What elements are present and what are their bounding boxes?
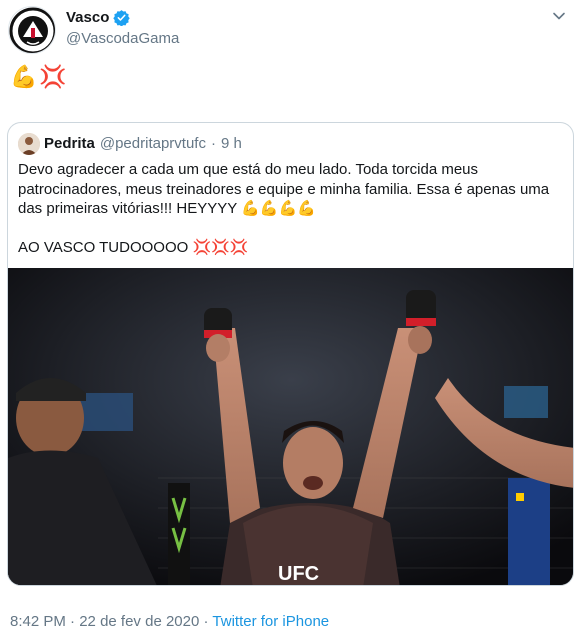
quoted-tweet-card[interactable]: Pedrita @pedritaprvtufc · 9 h Devo agrad… xyxy=(7,122,574,586)
tweet-text: 💪💢 xyxy=(10,64,69,89)
meta-separator: · xyxy=(203,613,209,630)
tweet-date[interactable]: 22 de fev de 2020 xyxy=(79,613,199,630)
author-handle[interactable]: @VascodaGama xyxy=(66,30,179,47)
tweet-source-link[interactable]: Twitter for iPhone xyxy=(212,613,329,630)
ufc-photo-illustration: UFC xyxy=(8,268,573,585)
meta-separator: · xyxy=(70,613,76,630)
tweet-meta: 8:42 PM · 22 de fev de 2020 · Twitter fo… xyxy=(10,613,329,630)
quoted-separator: · xyxy=(210,135,216,152)
person-avatar-icon xyxy=(18,133,40,155)
tweet-time[interactable]: 8:42 PM xyxy=(10,613,66,630)
quoted-body: Devo agradecer a cada um que está do meu… xyxy=(18,161,550,256)
author-name-row[interactable]: Vasco xyxy=(66,9,131,26)
quoted-age: 9 h xyxy=(220,135,242,152)
display-name[interactable]: Vasco xyxy=(66,9,109,26)
vasco-crest-icon xyxy=(9,7,55,53)
verified-badge-icon xyxy=(113,10,131,26)
quoted-avatar xyxy=(18,133,40,155)
avatar[interactable] xyxy=(8,6,56,54)
ufc-logo: UFC xyxy=(278,563,319,585)
quoted-handle: @pedritaprvtufc xyxy=(99,135,206,152)
chevron-down-icon[interactable] xyxy=(551,8,567,24)
quoted-header: Pedrita @pedritaprvtufc · 9 h xyxy=(44,135,242,152)
quoted-display-name: Pedrita xyxy=(44,135,95,152)
quoted-photo[interactable]: UFC xyxy=(8,268,573,585)
